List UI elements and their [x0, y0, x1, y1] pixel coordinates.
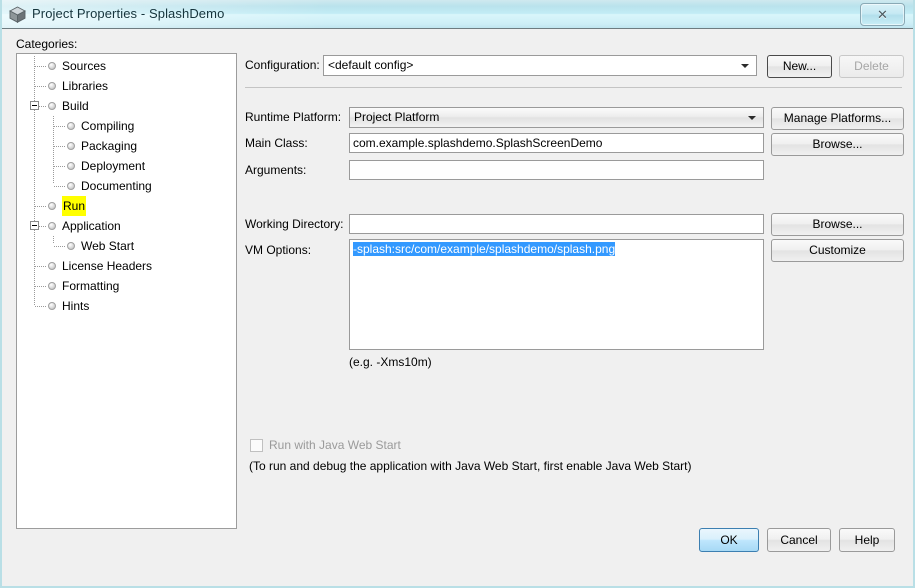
configuration-combo[interactable]: <default config>: [323, 55, 757, 76]
tree-item-label: Documenting: [81, 179, 152, 193]
cancel-button[interactable]: Cancel: [767, 528, 831, 552]
tree-node-icon: [48, 102, 56, 110]
tree-item-license-headers[interactable]: License Headers: [17, 256, 236, 276]
tree-node-icon: [67, 162, 75, 170]
delete-config-button[interactable]: Delete: [839, 55, 904, 78]
tree-connector: [54, 186, 65, 187]
tree-connector: [54, 146, 65, 147]
runtime-platform-value: Project Platform: [354, 110, 440, 124]
tree-item-formatting[interactable]: Formatting: [17, 276, 236, 296]
tree-node-icon: [48, 302, 56, 310]
project-properties-dialog: Project Properties - SplashDemo ✕ Catego…: [0, 0, 915, 588]
arguments-label: Arguments:: [245, 163, 307, 177]
tree-node-icon: [67, 182, 75, 190]
new-config-button[interactable]: New...: [767, 55, 832, 78]
configuration-value: <default config>: [328, 58, 414, 72]
tree-connector: [35, 306, 46, 307]
tree-item-deployment[interactable]: Deployment: [17, 156, 236, 176]
tree-connector: [35, 206, 46, 207]
web-start-checkbox-label: Run with Java Web Start: [269, 438, 401, 452]
tree-node-icon: [48, 62, 56, 70]
tree-connector: [35, 266, 46, 267]
chevron-down-icon: [741, 64, 749, 68]
runtime-platform-combo[interactable]: Project Platform: [349, 107, 764, 128]
tree-item-label: Deployment: [81, 159, 146, 173]
tree-item-packaging[interactable]: Packaging: [17, 136, 236, 156]
tree-node-icon: [67, 122, 75, 130]
tree-item-hints[interactable]: Hints: [17, 296, 236, 316]
window-title: Project Properties - SplashDemo: [32, 6, 225, 21]
tree-connector: [35, 66, 46, 67]
tree-node-icon: [67, 142, 75, 150]
arguments-input[interactable]: [349, 160, 764, 180]
tree-connector: [54, 166, 65, 167]
tree-item-label: Sources: [62, 59, 107, 73]
runtime-platform-label: Runtime Platform:: [245, 110, 342, 124]
tree-connector: [35, 86, 46, 87]
run-settings-panel: Configuration: <default config> New... D…: [245, 53, 905, 553]
tree-item-label: Libraries: [62, 79, 109, 93]
web-start-note: (To run and debug the application with J…: [249, 459, 692, 473]
dialog-content: Categories: Sources Libraries Build Compili…: [2, 29, 913, 586]
tree-item-application[interactable]: Application: [17, 216, 236, 236]
close-icon: ✕: [877, 6, 888, 22]
tree-item-documenting[interactable]: Documenting: [17, 176, 236, 196]
vm-options-textarea[interactable]: -splash:src/com/example/splashdemo/splas…: [349, 239, 764, 350]
working-directory-label: Working Directory:: [245, 217, 344, 231]
tree-node-icon: [48, 202, 56, 210]
tree-node-icon: [67, 242, 75, 250]
tree-connector: [35, 286, 46, 287]
tree-item-label: Compiling: [81, 119, 135, 133]
tree-item-label: Run: [62, 196, 87, 216]
help-button[interactable]: Help: [839, 528, 895, 552]
tree-collapse-icon[interactable]: [30, 101, 39, 110]
tree-node-icon: [48, 282, 56, 290]
vm-options-label: VM Options:: [245, 243, 312, 257]
close-button[interactable]: ✕: [860, 3, 905, 26]
tree-node-icon: [48, 222, 56, 230]
tree-connector: [54, 246, 65, 247]
chevron-down-icon: [748, 116, 756, 120]
section-divider: [245, 87, 902, 88]
tree-item-label: Hints: [62, 299, 90, 313]
working-directory-browse-button[interactable]: Browse...: [771, 213, 904, 236]
manage-platforms-button[interactable]: Manage Platforms...: [771, 107, 904, 130]
categories-tree[interactable]: Sources Libraries Build Compiling Packaging D…: [16, 53, 237, 529]
tree-item-web-start[interactable]: Web Start: [17, 236, 236, 256]
tree-connector: [54, 126, 65, 127]
tree-item-libraries[interactable]: Libraries: [17, 76, 236, 96]
tree-item-label: Build: [62, 99, 89, 113]
vm-options-value: -splash:src/com/example/splashdemo/splas…: [353, 242, 616, 256]
vm-options-customize-button[interactable]: Customize: [771, 239, 904, 262]
tree-item-label: Formatting: [62, 279, 120, 293]
working-directory-input[interactable]: [349, 214, 764, 234]
cube-icon: [9, 6, 26, 23]
ok-button[interactable]: OK: [699, 528, 759, 552]
categories-label: Categories:: [16, 37, 78, 51]
main-class-input[interactable]: com.example.splashdemo.SplashScreenDemo: [349, 133, 764, 153]
main-class-browse-button[interactable]: Browse...: [771, 133, 904, 156]
tree-item-compiling[interactable]: Compiling: [17, 116, 236, 136]
title-bar[interactable]: Project Properties - SplashDemo ✕: [2, 0, 913, 29]
tree-item-sources[interactable]: Sources: [17, 56, 236, 76]
tree-collapse-icon[interactable]: [30, 221, 39, 230]
web-start-checkbox[interactable]: [250, 439, 263, 452]
tree-item-run[interactable]: Run: [17, 196, 236, 216]
configuration-label: Configuration:: [245, 58, 320, 72]
tree-item-label: License Headers: [62, 259, 153, 273]
tree-item-label: Packaging: [81, 139, 138, 153]
tree-node-icon: [48, 262, 56, 270]
tree-item-build[interactable]: Build: [17, 96, 236, 116]
tree-item-label: Web Start: [81, 239, 135, 253]
tree-node-icon: [48, 82, 56, 90]
main-class-label: Main Class:: [245, 136, 308, 150]
vm-options-hint: (e.g. -Xms10m): [349, 355, 432, 369]
tree-item-label: Application: [62, 219, 121, 233]
